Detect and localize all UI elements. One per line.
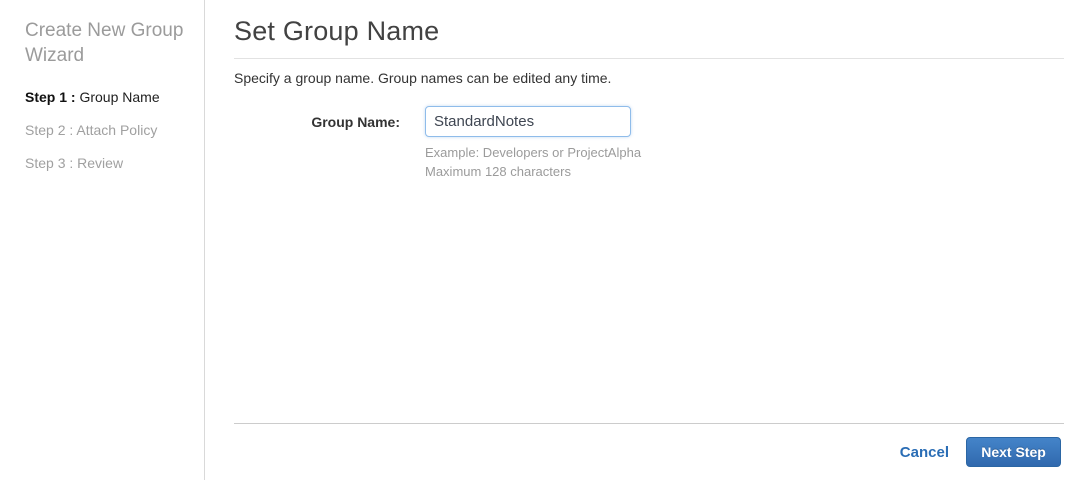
- group-name-example-hint: Example: Developers or ProjectAlpha: [425, 145, 642, 160]
- step-2-prefix: Step 2 :: [25, 122, 74, 138]
- page-title: Set Group Name: [234, 16, 440, 46]
- group-name-label: Group Name:: [311, 114, 400, 130]
- next-step-button[interactable]: Next Step: [966, 437, 1061, 467]
- group-name-max-hint: Maximum 128 characters: [425, 164, 571, 179]
- group-name-field-column: Example: Developers or ProjectAlpha Maxi…: [425, 106, 641, 180]
- step-2-label: Attach Policy: [76, 122, 158, 138]
- group-name-input[interactable]: [425, 106, 631, 137]
- wizard-footer: Cancel Next Step: [234, 424, 1064, 480]
- step-1-label: Group Name: [79, 89, 160, 105]
- step-3-label: Review: [77, 155, 124, 171]
- create-group-wizard-page: Create New Group Wizard Step 1 : Group N…: [0, 0, 1073, 480]
- step-3-prefix: Step 3 :: [25, 155, 74, 171]
- sidebar-step-attach-policy: Step 2 : Attach Policy: [25, 123, 192, 137]
- cancel-button[interactable]: Cancel: [900, 444, 949, 461]
- sidebar-step-review: Step 3 : Review: [25, 156, 192, 170]
- wizard-title: Create New Group Wizard: [25, 20, 184, 66]
- step-1-prefix: Step 1 :: [25, 89, 76, 105]
- page-description: Specify a group name. Group names can be…: [234, 70, 612, 86]
- wizard-steps: Step 1 : Group Name Step 2 : Attach Poli…: [25, 90, 192, 170]
- group-name-form-row: Group Name: Example: Developers or Proje…: [234, 106, 1064, 180]
- wizard-sidebar: Create New Group Wizard Step 1 : Group N…: [0, 0, 205, 480]
- title-divider: [234, 58, 1064, 59]
- sidebar-step-group-name: Step 1 : Group Name: [25, 90, 192, 104]
- main-content: Set Group Name Specify a group name. Gro…: [205, 0, 1073, 480]
